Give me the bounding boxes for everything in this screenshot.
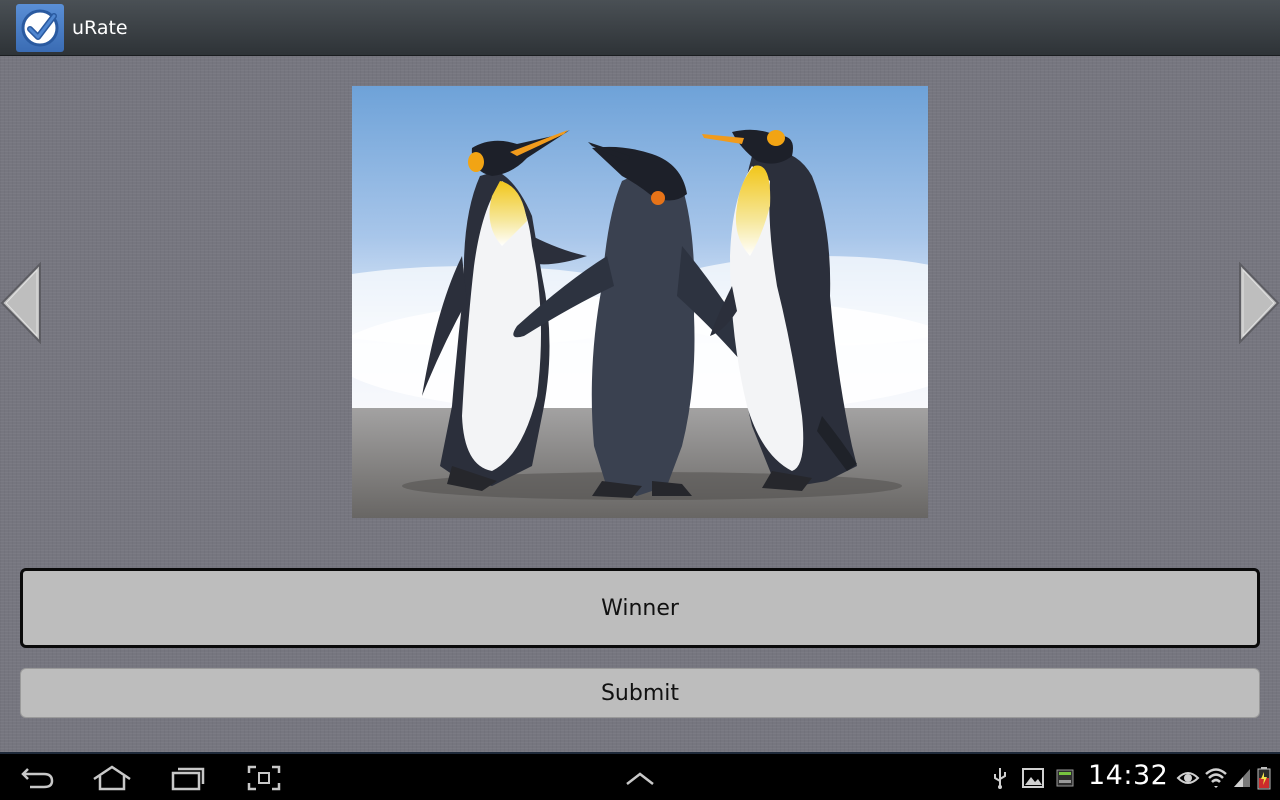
triangle-right-icon <box>1239 261 1280 345</box>
eye-icon <box>1176 772 1200 784</box>
next-arrow[interactable] <box>1238 261 1280 345</box>
submit-button[interactable]: Submit <box>20 668 1260 718</box>
action-bar: uRate <box>0 0 1280 56</box>
chevron-up-icon[interactable] <box>622 762 658 794</box>
back-icon[interactable] <box>18 762 58 794</box>
app-title: uRate <box>72 16 128 39</box>
gallery-icon <box>1022 768 1044 788</box>
clock: 14:32 <box>1088 760 1169 791</box>
recent-apps-icon[interactable] <box>168 762 208 794</box>
penguins-photo <box>352 86 928 518</box>
checkmark-icon[interactable] <box>16 3 64 52</box>
screenshot-icon[interactable] <box>244 762 284 794</box>
previous-arrow[interactable] <box>0 261 42 345</box>
screen: uRate Winner Submit 14:32 <box>0 0 1280 800</box>
content-area: Winner Submit <box>0 56 1280 752</box>
usb-icon <box>994 768 1006 789</box>
triangle-left-icon <box>0 261 41 345</box>
winner-button[interactable]: Winner <box>20 568 1260 648</box>
3g-icon <box>1056 769 1074 787</box>
system-bar: 14:32 <box>0 752 1280 800</box>
battery-icon <box>1257 767 1271 790</box>
home-icon[interactable] <box>90 762 134 794</box>
wifi-icon <box>1205 768 1227 788</box>
signal-icon <box>1234 769 1250 787</box>
